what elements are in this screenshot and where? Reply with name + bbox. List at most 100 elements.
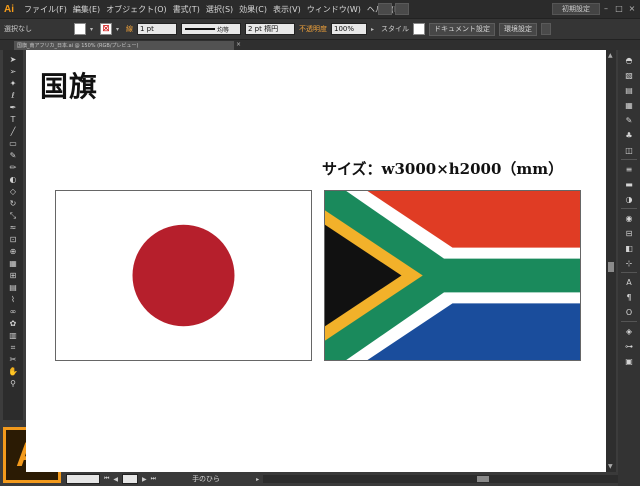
menu-type[interactable]: 書式(T) <box>173 4 200 15</box>
warp-icon[interactable]: ≈ <box>8 223 18 233</box>
column-graph-icon[interactable]: ▥ <box>8 331 18 341</box>
hand-icon[interactable]: ✋ <box>8 367 18 377</box>
eraser-icon[interactable]: ◇ <box>8 187 18 197</box>
rectangle-icon[interactable]: ▭ <box>8 139 18 149</box>
mesh-icon[interactable]: ⊞ <box>8 271 18 281</box>
menu-effect[interactable]: 効果(C) <box>239 4 267 15</box>
minimize-button[interactable]: – <box>601 3 611 13</box>
graphic-styles-icon[interactable]: ◫ <box>623 144 635 156</box>
paintbrush-icon[interactable]: ✎ <box>8 151 18 161</box>
close-button[interactable]: × <box>627 3 637 13</box>
south-africa-flag-graphic <box>325 191 580 360</box>
opacity-dropdown-icon[interactable]: ▸ <box>371 26 377 33</box>
menu-select[interactable]: 選択(S) <box>206 4 233 15</box>
blob-brush-icon[interactable]: ◐ <box>8 175 18 185</box>
color-guide-icon[interactable]: ▧ <box>623 69 635 81</box>
zoom-field[interactable] <box>66 474 100 484</box>
scroll-down-icon[interactable]: ▼ <box>608 463 613 470</box>
document-setup-button[interactable]: ドキュメント設定 <box>429 22 495 36</box>
stroke-weight-field[interactable]: 1 pt <box>137 23 177 35</box>
artboards-icon[interactable]: ▣ <box>623 355 635 367</box>
variable-width-profile[interactable]: 均等 <box>181 23 241 35</box>
pathfinder-icon[interactable]: ◧ <box>623 242 635 254</box>
opacity-field[interactable]: 100% <box>331 23 367 35</box>
symbol-sprayer-icon[interactable]: ✿ <box>8 319 18 329</box>
line-icon[interactable]: ╱ <box>8 127 18 137</box>
free-transform-icon[interactable]: ⊡ <box>8 235 18 245</box>
vertical-scroll-thumb[interactable] <box>608 262 614 272</box>
fill-dropdown-icon[interactable]: ▾ <box>90 26 96 33</box>
blend-icon[interactable]: ∞ <box>8 307 18 317</box>
status-menu-icon[interactable]: ▸ <box>256 476 259 483</box>
menu-file[interactable]: ファイル(F) <box>24 4 67 15</box>
menu-window[interactable]: ウィンドウ(W) <box>307 4 361 15</box>
control-bar: 選択なし ▾ ⊠ ▾ 線 1 pt 均等 2 pt 楕円 不透明度 100% ▸… <box>0 18 640 40</box>
horizontal-scrollbar[interactable] <box>263 475 618 483</box>
stroke-dropdown-icon[interactable]: ▾ <box>116 26 122 33</box>
last-artboard-icon[interactable]: ⏭ <box>151 475 156 483</box>
fill-swatch[interactable] <box>74 23 86 35</box>
bridge-icon[interactable] <box>378 3 392 15</box>
preferences-button[interactable]: 環境設定 <box>499 22 537 36</box>
workspace-switcher[interactable]: 初期設定 <box>552 3 600 15</box>
kuler-icon[interactable]: ▤ <box>623 84 635 96</box>
menu-edit[interactable]: 編集(E) <box>73 4 100 15</box>
transparency-icon[interactable]: ◑ <box>623 193 635 205</box>
horizontal-scroll-thumb[interactable] <box>477 476 490 482</box>
links-icon[interactable]: ⊶ <box>623 340 635 352</box>
slice-icon[interactable]: ✂ <box>8 355 18 365</box>
scroll-up-icon[interactable]: ▲ <box>608 52 613 59</box>
menu-object[interactable]: オブジェクト(O) <box>106 4 167 15</box>
gradient-panel-icon[interactable]: ▬ <box>623 178 635 190</box>
graphic-style-swatch[interactable] <box>413 23 425 35</box>
japan-flag[interactable] <box>55 190 312 361</box>
type-icon[interactable]: T <box>8 115 18 125</box>
gradient-icon[interactable]: ▤ <box>8 283 18 293</box>
artboard-icon[interactable]: ⌗ <box>8 343 18 353</box>
illustrator-window: Ai ファイル(F) 編集(E) オブジェクト(O) 書式(T) 選択(S) 効… <box>0 0 640 486</box>
color-icon[interactable]: ◓ <box>623 54 635 66</box>
menu-view[interactable]: 表示(V) <box>273 4 301 15</box>
zoom-icon[interactable]: ⚲ <box>8 379 18 389</box>
symbols-icon[interactable]: ♣ <box>623 129 635 141</box>
paragraph-icon[interactable]: ¶ <box>623 291 635 303</box>
stroke-icon[interactable]: ≡ <box>623 163 635 175</box>
swatches-icon[interactable]: ▦ <box>623 99 635 111</box>
document-tab[interactable]: 国旗_南アフリカ_日本.ai @ 150% (RGB/プレビュー) <box>14 41 234 50</box>
previous-artboard-icon[interactable]: ◀ <box>113 476 118 483</box>
align-icon[interactable]: ⊟ <box>623 227 635 239</box>
shape-builder-icon[interactable]: ⊕ <box>8 247 18 257</box>
appearance-icon[interactable]: ◉ <box>623 212 635 224</box>
lasso-icon[interactable]: ℓ <box>8 91 18 101</box>
perspective-grid-icon[interactable]: ▦ <box>8 259 18 269</box>
first-artboard-icon[interactable]: ⏮ <box>104 475 109 483</box>
selection-arrow-icon[interactable]: ➤ <box>8 55 18 65</box>
artboard-number-field[interactable] <box>122 474 139 484</box>
artboard-canvas[interactable]: 国旗 サイズ：w3000×h2000（mm） <box>26 50 606 472</box>
panel-dock: ◓ ▧ ▤ ▦ ✎ ♣ ◫ ≡ ▬ ◑ ◉ ⊟ ◧ ⊹ A ¶ O ◈ ⊶ ▣ <box>618 50 640 486</box>
stroke-label[interactable]: 線 <box>126 24 133 34</box>
layers-icon[interactable]: ◈ <box>623 325 635 337</box>
menu-items: ファイル(F) 編集(E) オブジェクト(O) 書式(T) 選択(S) 効果(C… <box>18 4 403 15</box>
pen-icon[interactable]: ✒ <box>8 103 18 113</box>
close-tab-icon[interactable]: × <box>236 41 241 48</box>
next-artboard-icon[interactable]: ▶ <box>142 476 147 483</box>
magic-wand-icon[interactable]: ✦ <box>8 79 18 89</box>
rotate-icon[interactable]: ↻ <box>8 199 18 209</box>
eyedropper-icon[interactable]: ⌇ <box>8 295 18 305</box>
stroke-swatch[interactable]: ⊠ <box>100 23 112 35</box>
brush-definition[interactable]: 2 pt 楕円 <box>245 23 295 35</box>
control-panel-menu-icon[interactable] <box>541 23 551 35</box>
maximize-button[interactable]: □ <box>614 3 624 13</box>
pencil-icon[interactable]: ✏ <box>8 163 18 173</box>
brushes-icon[interactable]: ✎ <box>623 114 635 126</box>
opacity-label[interactable]: 不透明度 <box>299 24 327 34</box>
direct-selection-icon[interactable]: ➢ <box>8 67 18 77</box>
south-africa-flag[interactable] <box>324 190 581 361</box>
arrange-documents-icon[interactable] <box>395 3 409 15</box>
vertical-scrollbar[interactable]: ▲ ▼ <box>606 50 616 472</box>
scale-icon[interactable]: ⤡ <box>8 211 18 221</box>
character-icon[interactable]: A <box>623 276 635 288</box>
transform-icon[interactable]: ⊹ <box>623 257 635 269</box>
opentype-icon[interactable]: O <box>623 306 635 318</box>
